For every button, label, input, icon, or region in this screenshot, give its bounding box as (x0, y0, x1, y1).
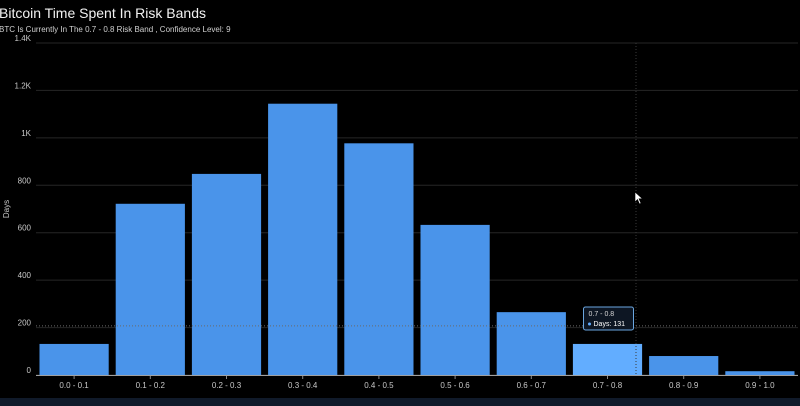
bottom-scroll-strip (0, 398, 800, 406)
x-tick-label: 0.8 - 0.9 (669, 381, 699, 390)
x-tick-label: 0.9 - 1.0 (745, 381, 775, 390)
bar-0-9-1-0[interactable] (725, 371, 795, 375)
chart-container: Bitcoin Time Spent In Risk Bands BTC Is … (0, 0, 800, 406)
bar-0-7-0-8[interactable] (572, 343, 643, 375)
x-tick-label: 0.4 - 0.5 (364, 381, 394, 390)
y-tick-label: 600 (18, 224, 32, 233)
bar-0-8-0-9[interactable] (649, 356, 719, 375)
x-tick-label: 0.5 - 0.6 (440, 381, 470, 390)
y-axis-title: Days (2, 200, 11, 218)
y-tick-label: 1K (21, 129, 31, 138)
y-tick-label: 1.4K (15, 34, 32, 43)
x-tick-label: 0.1 - 0.2 (136, 381, 166, 390)
bar-0-0-0-1[interactable] (39, 343, 109, 375)
bar-0-1-0-2[interactable] (115, 203, 185, 375)
bar-0-2-0-3[interactable] (191, 173, 262, 375)
bar-chart: 0 200 400 600 800 1K 1.2K 1.4K Days 0.0 - 0.1 0.1 … (2, 34, 798, 390)
y-tick-label: 0 (27, 366, 32, 375)
x-tick-label: 0.6 - 0.7 (517, 381, 547, 390)
y-tick-label: 400 (18, 271, 32, 280)
x-tick-label: 0.0 - 0.1 (59, 381, 89, 390)
x-tick-label: 0.3 - 0.4 (288, 381, 318, 390)
bar-0-6-0-7[interactable] (496, 312, 566, 375)
bar-0-4-0-5[interactable] (344, 143, 414, 375)
y-tick-label: 800 (18, 176, 32, 185)
tooltip-series-dot (588, 322, 591, 326)
y-tick-label: 1.2K (15, 81, 32, 90)
x-tick-label: 0.2 - 0.3 (212, 381, 242, 390)
y-tick-label: 200 (18, 319, 32, 328)
bar-0-3-0-4[interactable] (268, 103, 338, 376)
tooltip-title: 0.7 - 0.8 (589, 311, 615, 318)
bar-0-5-0-6[interactable] (420, 224, 490, 375)
tooltip-value: Days: 131 (594, 321, 626, 328)
x-tick-label: 0.7 - 0.8 (593, 381, 623, 390)
